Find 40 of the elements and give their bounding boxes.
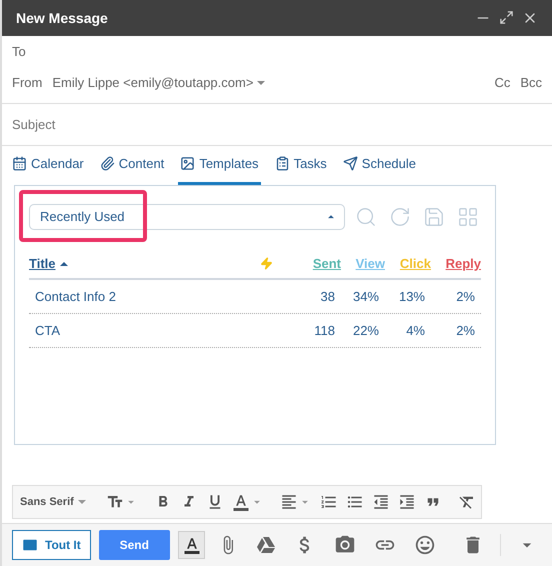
title-column-header[interactable]: Title (29, 256, 72, 272)
tab[interactable]: Schedule (340, 146, 418, 185)
table-cell-text: 34% (352, 288, 380, 304)
text-format-icon (182, 536, 201, 554)
cc-link[interactable]: Cc (494, 75, 510, 90)
table-cell-text: 2% (456, 322, 476, 338)
tab[interactable]: Tasks (272, 146, 329, 185)
table-cell-text: 38 (320, 288, 336, 304)
window-title: New Message (16, 10, 109, 26)
tab[interactable]: Templates (178, 146, 261, 185)
send-button[interactable]: Send (98, 530, 170, 560)
template-title[interactable]: Contact Info 2 (35, 288, 251, 304)
bcc-link[interactable]: Bcc (520, 75, 542, 90)
template-title[interactable]: CTA (35, 322, 251, 338)
tout-button[interactable]: Tout It (12, 530, 91, 560)
field-label: From (12, 75, 42, 90)
caret-icon (257, 80, 266, 85)
lightning-icon (260, 257, 272, 270)
clipboard-icon (274, 156, 290, 172)
subject-field[interactable]: Subject (2, 102, 552, 146)
expand-icon[interactable] (499, 10, 514, 26)
table-cell-text: 2% (456, 288, 476, 304)
image-icon (180, 156, 196, 172)
tab[interactable]: Content (98, 146, 166, 185)
formatting-button[interactable] (178, 530, 206, 559)
field-label: To (12, 44, 26, 59)
table-cell-text: 13% (398, 288, 426, 304)
font-dropdown[interactable]: Sans Serif (17, 496, 93, 508)
paper-plane-icon (342, 156, 358, 172)
sort-arrow-icon (60, 262, 68, 266)
tab[interactable]: Calendar (10, 146, 86, 185)
caret-icon (78, 500, 86, 504)
column-header[interactable]: Reply (446, 256, 481, 272)
table-cell-text: 22% (352, 322, 380, 338)
calendar-icon (12, 156, 27, 172)
table-cell-text: 118 (314, 322, 336, 338)
paperclip-icon (100, 156, 115, 172)
filter-select[interactable]: Recently Used (29, 204, 345, 230)
sender-dropdown[interactable]: Emily Lippe <emily@toutapp.com> (52, 75, 270, 90)
table-cell-text: 4% (406, 322, 426, 338)
